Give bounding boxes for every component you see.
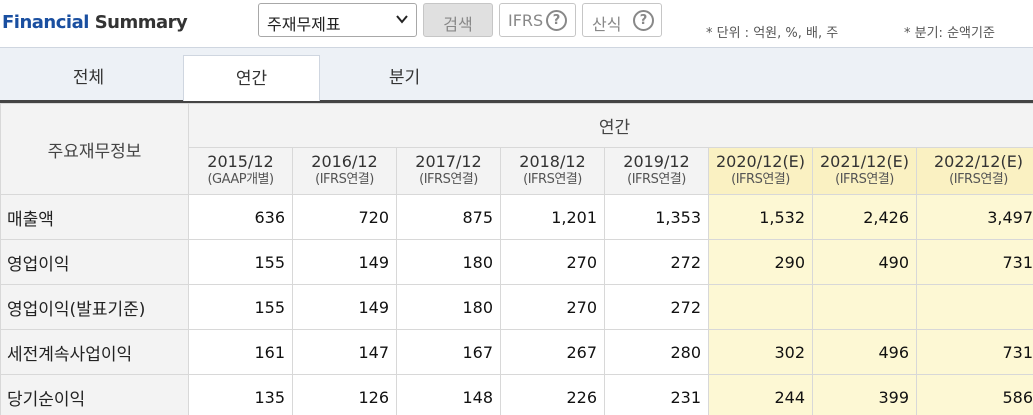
column-basis: (IFRS연결) (731, 172, 790, 187)
table-cell: 180 (396, 284, 501, 330)
table-cell: 148 (396, 374, 501, 415)
table-cell: 272 (604, 239, 709, 285)
row-label: 당기순이익 (0, 374, 189, 415)
table-cell: 155 (188, 239, 293, 285)
table-cell: 161 (188, 329, 293, 375)
table-cell: 636 (188, 194, 293, 240)
table-cell: 180 (396, 239, 501, 285)
title-summary: Summary (94, 12, 188, 33)
column-date: 2019/12 (623, 152, 690, 171)
table-cell: 244 (708, 374, 813, 415)
column-basis: (IFRS연결) (627, 172, 686, 187)
question-circle-icon: ? (546, 10, 567, 31)
table-cell: 135 (188, 374, 293, 415)
table-cell (812, 284, 917, 330)
table-row: 매출액 636 720 875 1,201 1,353 1,532 2,426 3,497 (0, 194, 1033, 240)
ifrs-help-button[interactable]: IFRS ? (499, 3, 576, 37)
table-cell: 226 (500, 374, 605, 415)
column-date: 2017/12 (415, 152, 482, 171)
column-date: 2022/12(E) (933, 152, 1024, 171)
table-cell (708, 284, 813, 330)
table-cell: 270 (500, 284, 605, 330)
row-label: 매출액 (0, 194, 189, 240)
chevron-down-icon (396, 15, 408, 24)
table-cell: 875 (396, 194, 501, 240)
tab-quarterly[interactable]: 분기 (336, 55, 473, 101)
column-basis: (IFRS연결) (315, 172, 374, 187)
column-date: 2018/12 (519, 152, 586, 171)
quarter-basis-note: * 분기: 순액기준 (904, 26, 995, 41)
column-date: 2021/12(E) (819, 152, 910, 171)
question-circle-icon: ? (633, 10, 654, 31)
row-label: 세전계속사업이익 (0, 329, 189, 375)
formula-help-button[interactable]: 산식 ? (582, 3, 662, 37)
tab-annual[interactable]: 연간 (183, 55, 320, 101)
table-cell: 3,497 (915, 194, 1033, 240)
table-cell (915, 284, 1033, 330)
table-cell: 720 (292, 194, 397, 240)
column-basis: (GAAP개별) (207, 172, 274, 187)
period-tabs: 전체 연간 분기 (0, 47, 1033, 103)
table-cell: 302 (708, 329, 813, 375)
column-header: 2021/12(E) (IFRS연결) (812, 147, 917, 195)
table-cell: 267 (500, 329, 605, 375)
report-type-select[interactable]: 주재무제표 (258, 3, 417, 37)
column-date: 2015/12 (207, 152, 274, 171)
column-basis: (IFRS연결) (419, 172, 478, 187)
table-cell: 490 (812, 239, 917, 285)
table-row: 영업이익 155 149 180 270 272 290 490 731 (0, 239, 1033, 285)
table-cell: 149 (292, 284, 397, 330)
header-annual-group: 연간 (187, 103, 1033, 148)
table-cell: 586 (915, 374, 1033, 415)
column-header: 2020/12(E) (IFRS연결) (708, 147, 813, 195)
table-cell: 1,353 (604, 194, 709, 240)
report-type-value: 주재무제표 (267, 15, 341, 34)
column-header: 2015/12 (GAAP개별) (188, 147, 293, 195)
row-label: 영업이익(발표기준) (0, 284, 189, 330)
table-cell: 290 (708, 239, 813, 285)
table-cell: 496 (812, 329, 917, 375)
table-cell: 270 (500, 239, 605, 285)
column-header: 2018/12 (IFRS연결) (500, 147, 605, 195)
column-basis: (IFRS연결) (523, 172, 582, 187)
column-header: 2017/12 (IFRS연결) (396, 147, 501, 195)
table-cell: 280 (604, 329, 709, 375)
table-cell: 155 (188, 284, 293, 330)
table-cell: 399 (812, 374, 917, 415)
search-button[interactable]: 검색 (423, 3, 493, 37)
table-cell: 167 (396, 329, 501, 375)
table-cell: 231 (604, 374, 709, 415)
unit-note: * 단위 : 억원, %, 배, 주 (706, 26, 839, 41)
table-row: 영업이익(발표기준) 155 149 180 270 272 (0, 284, 1033, 330)
column-header: 2022/12(E) (IFRS연결) (915, 147, 1033, 195)
column-date: 2020/12(E) (715, 152, 806, 171)
header-main-financial-info: 주요재무정보 (0, 103, 189, 195)
tab-all[interactable]: 전체 (20, 55, 157, 101)
table-cell: 731 (915, 239, 1033, 285)
table-cell: 126 (292, 374, 397, 415)
calc-button-label: 산식 (592, 15, 622, 34)
table-row: 세전계속사업이익 161 147 167 267 280 302 496 731 (0, 329, 1033, 375)
column-basis: (IFRS연결) (835, 172, 894, 187)
row-label: 영업이익 (0, 239, 189, 285)
table-cell: 147 (292, 329, 397, 375)
table-cell: 1,201 (500, 194, 605, 240)
column-basis: (IFRS연결) (949, 172, 1008, 187)
financial-summary-table: 주요재무정보 연간 2015/12 (GAAP개별) 2016/12 (IFRS연결)… (0, 103, 1033, 415)
table-cell: 731 (915, 329, 1033, 375)
table-cell: 272 (604, 284, 709, 330)
table-cell: 149 (292, 239, 397, 285)
column-date: 2016/12 (311, 152, 378, 171)
column-header: 2019/12 (IFRS연결) (604, 147, 709, 195)
search-button-label: 검색 (443, 15, 473, 34)
table-cell: 2,426 (812, 194, 917, 240)
ifrs-button-label: IFRS (508, 11, 544, 30)
column-header: 2016/12 (IFRS연결) (292, 147, 397, 195)
table-row: 당기순이익 135 126 148 226 231 244 399 586 (0, 374, 1033, 415)
table-cell: 1,532 (708, 194, 813, 240)
title-financial: Financial (2, 12, 89, 33)
page-title: Financial Summary (2, 12, 188, 33)
